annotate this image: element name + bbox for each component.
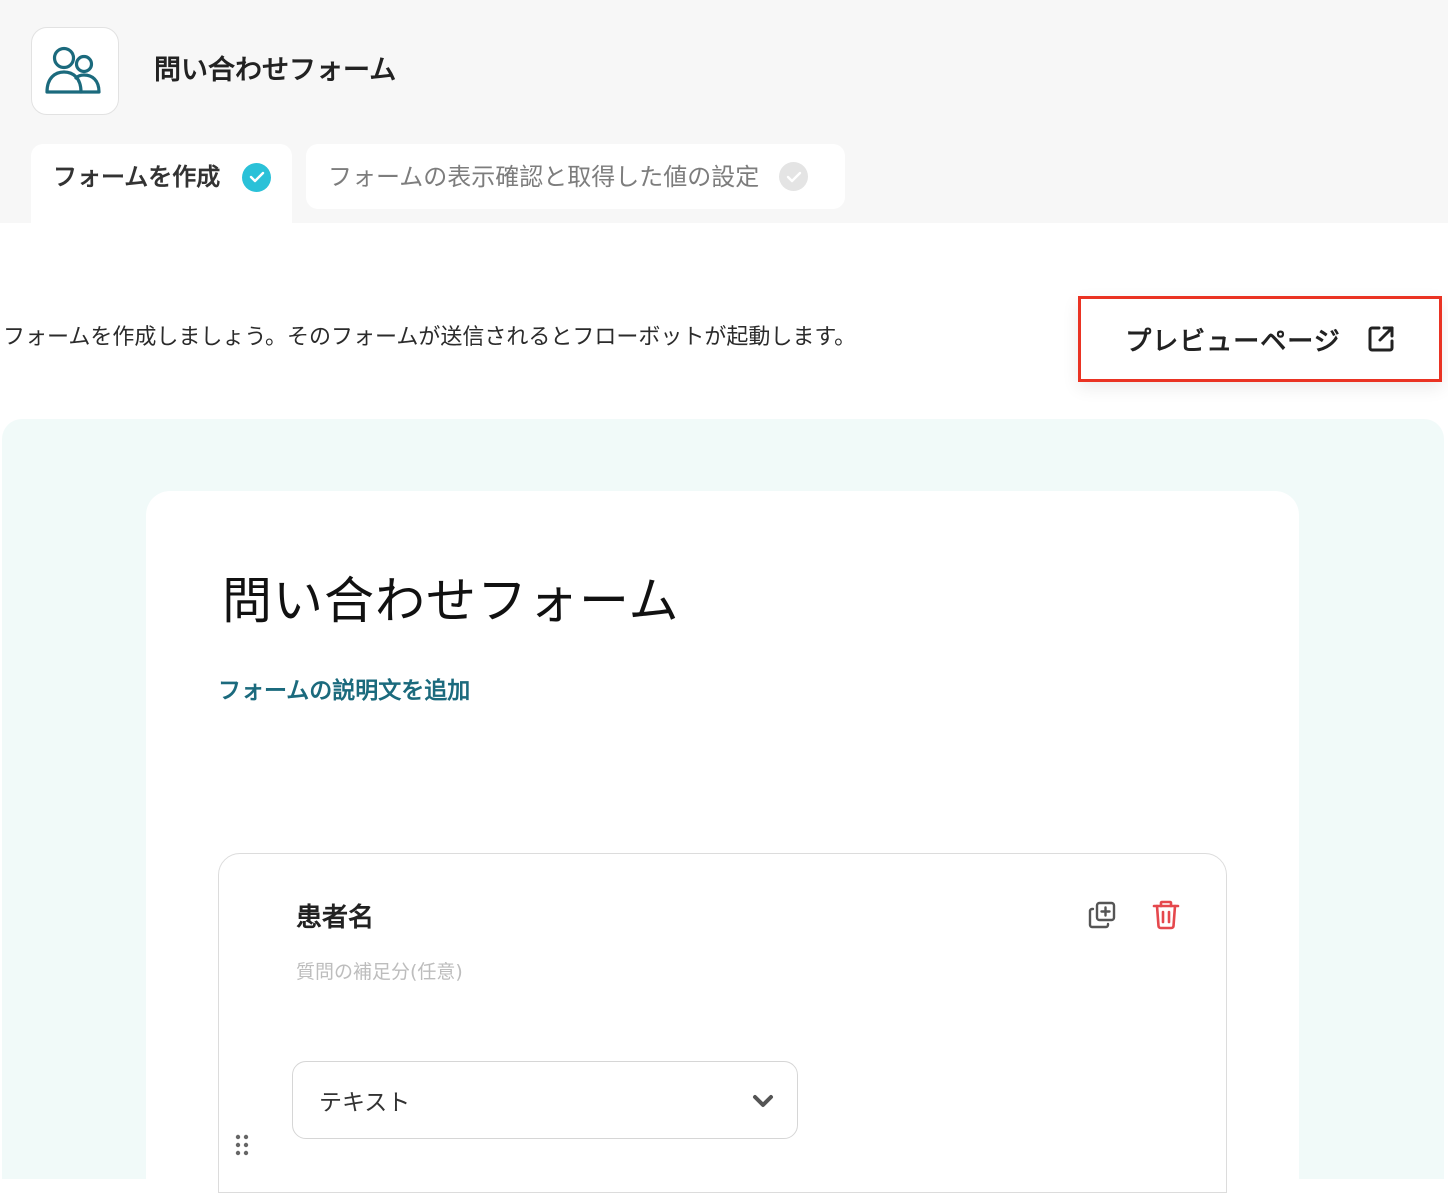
app-icon <box>31 27 119 115</box>
copy-icon[interactable] <box>1086 899 1118 931</box>
question-type-select[interactable]: テキスト <box>292 1061 798 1139</box>
preview-page-label: プレビューページ <box>1125 326 1341 357</box>
header: 問い合わせフォーム フォームを作成 フォームの表示確認と取得した値の設定 <box>0 0 1448 224</box>
form-title[interactable]: 問い合わせフォーム <box>222 566 680 636</box>
external-link-icon <box>1367 325 1395 353</box>
tab-label: フォームの表示確認と取得した値の設定 <box>328 162 760 191</box>
tab-preview-settings[interactable]: フォームの表示確認と取得した値の設定 <box>306 144 845 209</box>
question-title[interactable]: 患者名 <box>296 899 374 937</box>
preview-page-button[interactable]: プレビューページ <box>1078 296 1442 382</box>
check-circle-icon <box>779 162 809 191</box>
drag-handle-icon[interactable] <box>234 1133 250 1159</box>
check-circle-icon <box>242 162 272 192</box>
question-type-value: テキスト <box>319 1090 411 1116</box>
users-icon <box>45 46 101 94</box>
trash-icon[interactable] <box>1150 898 1182 932</box>
add-description-link[interactable]: フォームの説明文を追加 <box>218 674 470 708</box>
intro-text: フォームを作成しましょう。そのフォームが送信されるとフローボットが起動します。 <box>3 325 857 350</box>
tab-label: フォームを作成 <box>53 163 221 191</box>
app-title: 問い合わせフォーム <box>154 55 397 86</box>
question-description-placeholder[interactable]: 質問の補足分(任意) <box>296 957 463 987</box>
chevron-down-icon <box>753 1095 773 1107</box>
tab-create-form[interactable]: フォームを作成 <box>31 144 292 224</box>
